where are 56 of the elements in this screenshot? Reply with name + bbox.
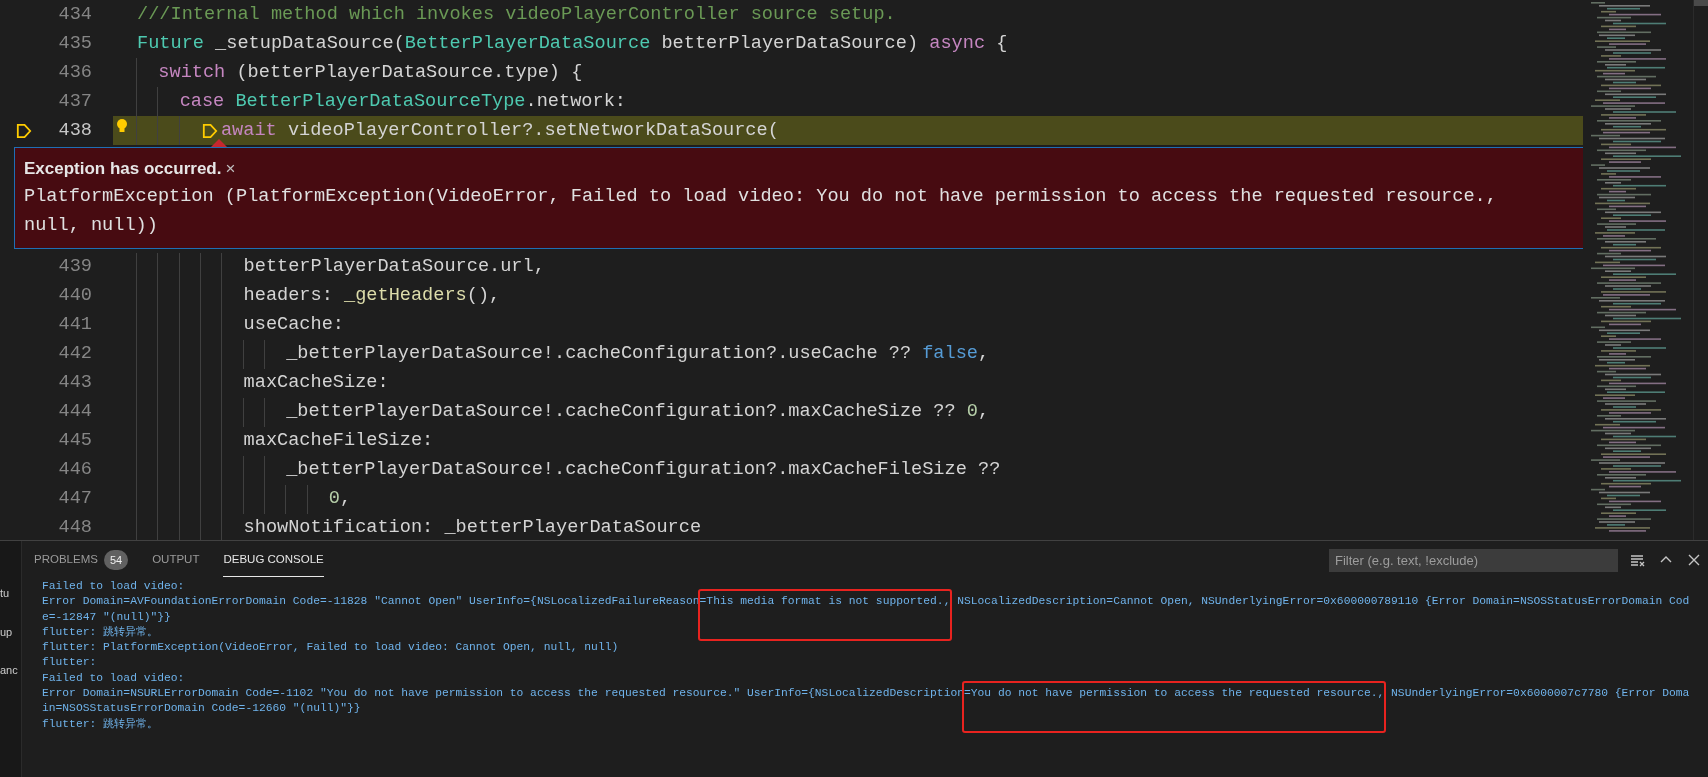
code-line: _betterPlayerDataSource!.cacheConfiguration?.maxCacheFileSize ?? <box>286 458 1001 483</box>
stack-frame-icon <box>200 121 219 140</box>
code-line: case BetterPlayerDataSourceType.network: <box>179 89 626 114</box>
stack-frame-icon <box>15 121 33 140</box>
line-number: 435 <box>57 31 92 56</box>
line-number: 448 <box>57 516 92 540</box>
filter-field[interactable]: Filter (e.g. text, !exclude) <box>1329 548 1618 572</box>
code-line: switch (betterPlayerDataSource.type) { <box>158 60 583 85</box>
exception-message: PlatformException (PlatformException(VideoError, Failed to load video: You do not have permission to access the requested resource., null, null)) <box>24 184 1498 238</box>
lightbulb-icon[interactable] <box>115 118 129 134</box>
line-number: 443 <box>57 371 92 396</box>
line-number: 438 <box>57 118 92 143</box>
line-number: 436 <box>57 60 92 85</box>
console-line: e=-12847 "(null)"}} <box>42 609 172 625</box>
pointer-arrow <box>211 139 227 147</box>
line-number: 437 <box>57 89 92 114</box>
console-line: Failed to load video: <box>42 579 186 594</box>
console-line: in=NSOSStatusErrorDomain Code=-12660 "(null)"}} <box>42 701 362 717</box>
code-line: useCache: <box>243 313 344 338</box>
code-line: ///Internal method which invokes videoPlayerController source setup. <box>137 2 896 27</box>
line-number: 441 <box>57 313 92 338</box>
code-line: betterPlayerDataSource.url, <box>243 255 545 280</box>
exception-title: Exception has occurred. <box>24 158 222 180</box>
line-number: 446 <box>57 458 92 483</box>
console-line: flutter: <box>42 655 98 671</box>
console-line: flutter: PlatformException(VideoError, Failed to load video: Cannot Open, null, null) <box>42 640 620 656</box>
code-line: showNotification: _betterPlayerDataSource <box>243 516 702 540</box>
sidebar-label[interactable]: anc <box>0 662 21 679</box>
close-button[interactable]: × <box>221 160 240 178</box>
panel-tab[interactable]: DEBUG CONSOLE <box>223 543 324 577</box>
code-line: _betterPlayerDataSource!.cacheConfiguration?.maxCacheSize ?? 0, <box>286 400 990 425</box>
clear-console-icon[interactable] <box>1630 552 1646 568</box>
line-number: 440 <box>57 284 92 309</box>
line-number: 445 <box>57 429 92 454</box>
line-number: 434 <box>57 2 92 27</box>
code-line: 0, <box>328 487 352 512</box>
code-line: Future _setupDataSource(BetterPlayerDataSource betterPlayerDataSource) async { <box>137 31 1008 56</box>
line-number: 442 <box>57 342 92 367</box>
code-line: headers: _getHeaders(), <box>243 284 501 309</box>
console-line: flutter: 跳转异常。 <box>42 716 159 732</box>
close-icon[interactable] <box>1686 552 1702 568</box>
code-line: _betterPlayerDataSource!.cacheConfiguration?.useCache ?? false, <box>286 342 990 367</box>
sidebar-label[interactable]: tu <box>0 585 21 602</box>
line-number: 447 <box>57 487 92 512</box>
code-line: maxCacheFileSize: <box>243 429 434 454</box>
code-line: await videoPlayerController?.setNetworkDataSource( <box>220 118 779 143</box>
line-number: 444 <box>57 400 92 425</box>
panel-tab[interactable]: OUTPUT <box>152 543 200 577</box>
scrollbar[interactable] <box>1693 0 1708 540</box>
console-line: flutter: 跳转异常。 <box>42 624 159 640</box>
count-badge: 54 <box>103 549 129 571</box>
sidebar-label[interactable]: up <box>0 623 21 640</box>
code-line: maxCacheSize: <box>243 371 389 396</box>
panel-tab[interactable]: PROBLEMS 54 <box>34 541 129 579</box>
console-line: Failed to load video: <box>42 670 186 686</box>
line-number: 439 <box>57 255 92 280</box>
